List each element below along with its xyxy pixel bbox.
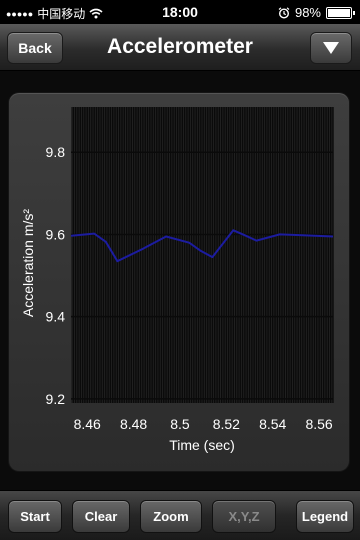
accelerometer-chart[interactable]: 9.2 9.4 9.6 9.8 8.46 8.48 8.5 8.52 8.54 8.56 Tim… <box>9 93 349 471</box>
x-tick-label: 8.52 <box>213 416 240 432</box>
y-axis-label: Acceleration m/s² <box>20 209 36 317</box>
battery-percent: 98% <box>294 5 321 20</box>
x-tick-label: 8.48 <box>120 416 147 432</box>
clear-button[interactable]: Clear <box>72 500 130 533</box>
page-title: Accelerometer <box>107 35 253 58</box>
navigation-bar: Back Accelerometer <box>0 24 360 71</box>
bottom-toolbar: Start Clear Zoom X,Y,Z Legend <box>0 490 360 540</box>
legend-button[interactable]: Legend <box>296 500 354 533</box>
menu-button[interactable] <box>310 32 352 64</box>
triangle-down-icon <box>323 42 339 54</box>
chart-panel: 9.2 9.4 9.6 9.8 8.46 8.48 8.5 8.52 8.54 8.56 Tim… <box>9 93 349 471</box>
y-tick-label: 9.2 <box>46 391 66 407</box>
battery-icon <box>326 6 355 19</box>
y-tick-label: 9.4 <box>46 309 66 325</box>
x-axis-label: Time (sec) <box>169 437 235 453</box>
zoom-button[interactable]: Zoom <box>140 500 202 533</box>
x-tick-label: 8.46 <box>74 416 101 432</box>
y-tick-label: 9.6 <box>46 226 66 242</box>
x-tick-label: 8.56 <box>305 416 332 432</box>
start-button[interactable]: Start <box>8 500 62 533</box>
y-tick-labels: 9.2 9.4 9.6 9.8 <box>46 144 66 407</box>
x-tick-labels: 8.46 8.48 8.5 8.52 8.54 8.56 <box>74 416 333 432</box>
x-tick-label: 8.5 <box>170 416 190 432</box>
alarm-clock-icon <box>278 6 290 19</box>
y-tick-label: 9.8 <box>46 144 66 160</box>
xyz-button[interactable]: X,Y,Z <box>212 500 276 533</box>
x-tick-label: 8.54 <box>259 416 286 432</box>
vertical-grid <box>72 107 334 403</box>
status-bar: ●●●●● 中国移动 18:00 98% <box>0 0 360 24</box>
